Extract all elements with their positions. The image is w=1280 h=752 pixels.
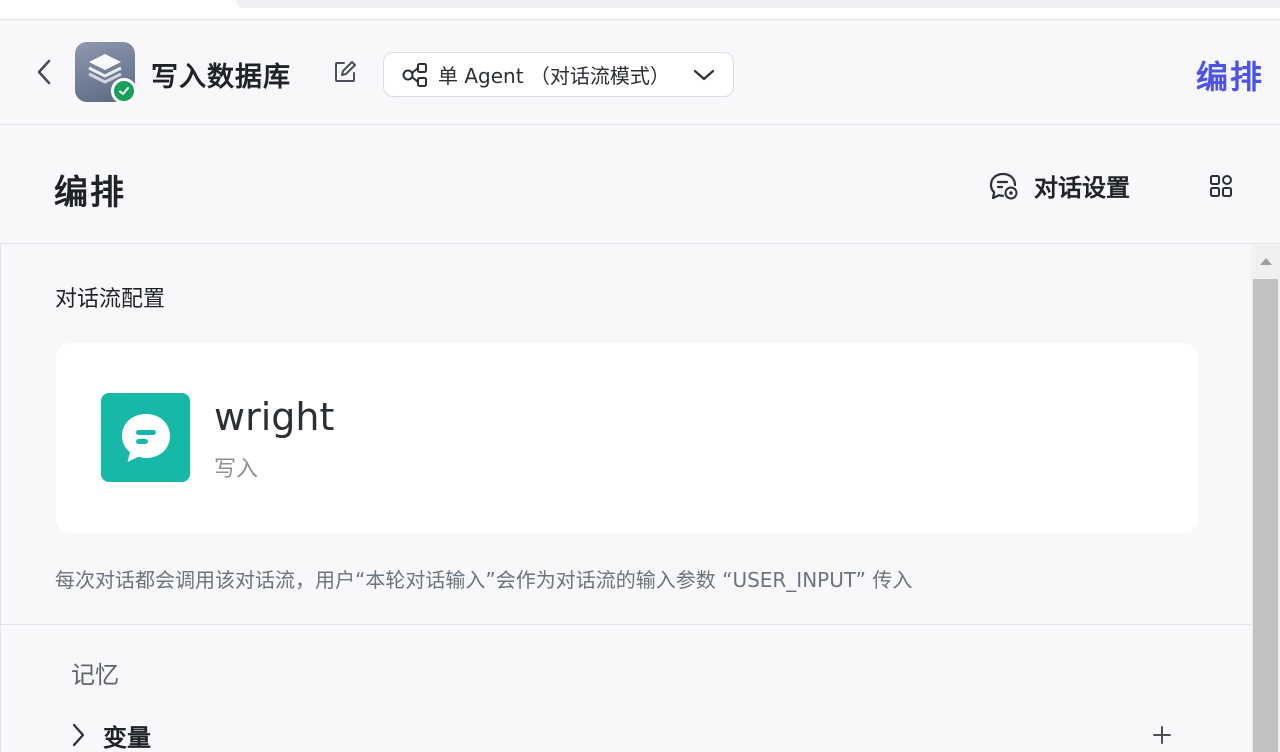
section-divider xyxy=(1,624,1252,625)
agent-mode-select[interactable]: 单 Agent （对话流模式） xyxy=(383,52,734,97)
chat-settings-icon xyxy=(989,172,1018,199)
orchestrate-content: 对话流配置 wright 写入 每次对话都会调用该对话流，用户“本轮对话输入”会… xyxy=(0,245,1252,752)
flow-name: wright xyxy=(214,395,335,439)
app-header: 写入数据库 单 Agent （对话流模式） 编排 xyxy=(0,20,1280,125)
chat-settings-label: 对话设置 xyxy=(1034,174,1130,202)
flow-card[interactable]: wright 写入 xyxy=(56,343,1198,533)
grid-apps-icon xyxy=(1210,175,1232,197)
flow-hint-text: 每次对话都会调用该对话流，用户“本轮对话输入”会作为对话流的输入参数 “USER… xyxy=(55,568,913,592)
flow-description: 写入 xyxy=(214,457,259,482)
edit-title-button[interactable] xyxy=(331,58,359,86)
chevron-down-icon xyxy=(693,69,715,80)
agent-mode-label: 单 Agent （对话流模式） xyxy=(438,64,670,88)
add-variable-button[interactable] xyxy=(1149,722,1175,748)
chat-bubble-icon xyxy=(101,393,190,482)
scroll-up-button[interactable] xyxy=(1251,245,1280,277)
chevron-right-icon xyxy=(72,723,85,747)
browser-top-strip xyxy=(0,0,1280,20)
address-bar-edge xyxy=(236,0,1280,8)
orchestrate-tab-title: 编排 xyxy=(1195,58,1264,96)
section-title: 编排 xyxy=(54,173,126,213)
published-check-badge xyxy=(111,78,137,104)
plus-icon xyxy=(1153,726,1171,744)
variables-collapse-toggle[interactable]: 变量 xyxy=(71,715,1181,752)
memory-section-label: 记忆 xyxy=(71,661,119,689)
section-header: 编排 对话设置 xyxy=(0,126,1280,244)
triangle-up-icon xyxy=(1259,258,1272,265)
vertical-scrollbar[interactable] xyxy=(1251,245,1280,752)
back-button[interactable] xyxy=(30,56,58,88)
chat-settings-button[interactable]: 对话设置 xyxy=(988,168,1130,203)
edit-icon xyxy=(335,61,356,82)
app-avatar xyxy=(75,42,137,104)
workflow-nodes-icon xyxy=(402,62,427,87)
variables-label: 变量 xyxy=(103,723,151,752)
flow-config-label: 对话流配置 xyxy=(55,287,166,312)
check-icon xyxy=(119,87,129,95)
layout-toggle-button[interactable] xyxy=(1206,171,1236,201)
scrollbar-thumb[interactable] xyxy=(1253,279,1278,752)
app-title: 写入数据库 xyxy=(151,62,291,93)
chevron-left-icon xyxy=(37,59,51,85)
